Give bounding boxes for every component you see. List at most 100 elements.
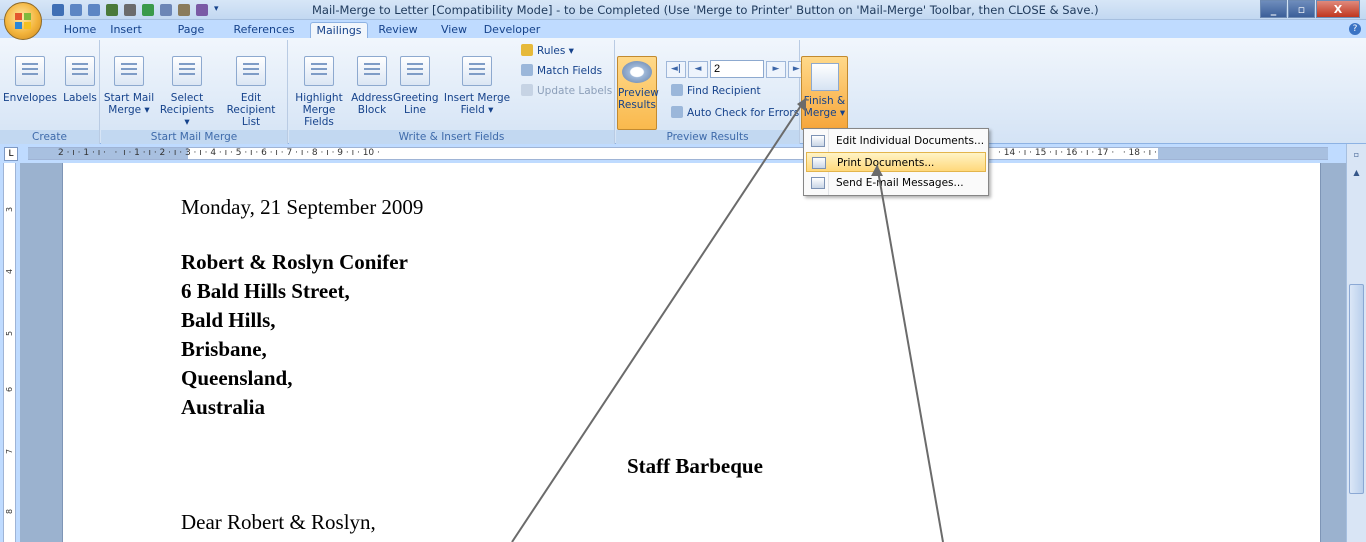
next-record-button[interactable]: ► [766,60,786,78]
tab-mailings[interactable]: Mailings [310,22,368,39]
vruler-mark: 4 [5,268,15,275]
highlight-label-1: Highlight [295,92,343,104]
greeting-label-2: Line [404,104,426,116]
tab-insert[interactable]: Insert [106,22,146,39]
insert-merge-field-button[interactable]: Insert Merge Field ▾ [438,56,516,116]
group-start-mail-merge-label: Start Mail Merge [101,130,287,144]
auto-check-label: Auto Check for Errors [687,107,800,119]
labels-label: Labels [63,92,97,104]
format-icon[interactable] [142,4,154,16]
rules-label: Rules ▾ [537,45,574,57]
highlight-merge-fields-button[interactable]: Highlight Merge Fields [289,56,349,128]
edit-list-icon [236,56,266,86]
greeting-line-button[interactable]: Greeting Line [393,56,439,116]
match-fields-icon [521,64,533,76]
scroll-up-icon[interactable]: ▲ [1349,168,1364,182]
preview-label-2: Results [618,99,656,111]
edit-individual-documents-item[interactable]: Edit Individual Documents... [806,131,986,151]
quick-access-toolbar: ▾ [52,2,226,18]
record-number-input[interactable] [710,60,764,78]
ruler-toggle-icon[interactable]: ▫ [1349,150,1364,164]
previous-record-button[interactable]: ◄ [688,60,708,78]
brush-icon[interactable] [196,4,208,16]
close-button[interactable]: X [1316,0,1360,18]
ribbon-tabs: Home Insert Page Layout References Maili… [0,20,1366,52]
preview-results-button[interactable]: Preview Results [617,56,659,130]
group-create: Envelopes Labels Create [0,40,100,144]
preview-label-1: Preview [618,87,659,99]
ruler-marks-right: · 14 · ı · 15 · ı · 16 · ı · 17 · · 18 ·… [998,148,1157,158]
group-start-mail-merge: Start Mail Merge ▾ Select Recipients ▾ E… [101,40,288,144]
highlight-label-2: Merge Fields [302,104,336,128]
start-mail-label-2: Merge ▾ [108,104,150,116]
address-block-button[interactable]: Address Block [351,56,393,116]
address-line: Bald Hills, [181,308,276,332]
vruler-mark: 7 [5,448,15,455]
window-controls: _ ▫ X [1259,0,1360,18]
find-recipient-button[interactable]: Find Recipient [671,84,761,97]
letter-subject: Staff Barbeque [627,454,763,478]
first-record-button[interactable]: ◄| [666,60,686,78]
help-icon[interactable]: ? [1349,23,1361,35]
tab-page-layout[interactable]: Page Layout [158,22,224,52]
mailmerge-icon[interactable] [178,4,190,16]
send-email-messages-item[interactable]: Send E-mail Messages... [806,173,986,193]
tab-review[interactable]: Review [376,22,420,39]
save-icon[interactable] [52,4,64,16]
table-icon[interactable] [106,4,118,16]
address-line: Queensland, [181,366,293,390]
print-documents-icon [812,157,826,169]
ruler-body[interactable]: 2 · ı · 1 · ı · · ı · 1 · ı · 2 · ı · 3 … [28,147,1328,160]
start-mail-merge-button[interactable]: Start Mail Merge ▾ [103,56,155,116]
finish-merge-menu: Edit Individual Documents... Print Docum… [803,128,989,196]
tab-references[interactable]: References [228,22,300,39]
finish-merge-button[interactable]: Finish & Merge ▾ [801,56,848,130]
update-labels-label: Update Labels [537,85,613,97]
select-label-1: Select [170,92,204,104]
email-icon [811,177,825,189]
vertical-scrollbar[interactable]: ▫ ▲ [1346,144,1366,542]
tab-developer[interactable]: Developer [482,22,542,39]
auto-check-errors-button[interactable]: Auto Check for Errors [671,106,799,119]
match-fields-button[interactable]: Match Fields [521,64,602,77]
find-recipient-label: Find Recipient [687,85,761,97]
edit-label-1: Edit [240,92,262,104]
edit-recipient-list-button[interactable]: Edit Recipient List [217,56,285,128]
scroll-thumb[interactable] [1349,284,1364,494]
undo-icon[interactable] [70,4,82,16]
redo-icon[interactable] [88,4,100,16]
group-write-insert-label: Write & Insert Fields [289,130,614,144]
select-recipients-button[interactable]: Select Recipients ▾ [159,56,215,128]
find-recipient-icon [671,84,683,96]
envelope-icon[interactable] [160,4,172,16]
vertical-ruler: 3 4 5 6 7 8 [0,163,20,542]
group-write-insert-fields: Highlight Merge Fields Address Block Gre… [289,40,615,144]
office-button[interactable] [4,2,42,40]
group-create-label: Create [0,130,99,144]
finish-label-2: Merge ▾ [803,107,846,119]
customize-qat-icon[interactable]: ▾ [214,4,226,16]
group-preview-results-label: Preview Results [616,130,799,144]
letter-salutation: Dear Robert & Roslyn, [181,510,376,534]
vertical-ruler-body: 3 4 5 6 7 8 [3,163,16,542]
update-labels-button[interactable]: Update Labels [521,84,612,97]
finish-label-1: Finish & [803,95,846,107]
merge-field-icon [462,56,492,86]
tab-view[interactable]: View [434,22,474,39]
rules-button[interactable]: Rules ▾ [521,44,574,57]
tab-selector[interactable]: L [4,147,18,161]
maximize-button[interactable]: ▫ [1288,0,1315,18]
address-block-icon [357,56,387,86]
print-documents-item[interactable]: Print Documents... [806,152,986,172]
print-icon[interactable] [124,4,136,16]
minimize-button[interactable]: _ [1260,0,1287,18]
document-icon [114,56,144,86]
labels-button[interactable]: Labels [62,56,98,104]
tab-home[interactable]: Home [60,22,100,39]
ruler-marks: 2 · ı · 1 · ı · · ı · 1 · ı · 2 · ı · 3 … [58,148,380,158]
office-logo-icon [15,13,31,29]
envelopes-button[interactable]: Envelopes [2,56,58,104]
record-navigation: ◄| ◄ ► ►| [666,60,808,78]
window-title: Mail-Merge to Letter [Compatibility Mode… [312,3,1099,17]
address-line: Australia [181,395,265,419]
